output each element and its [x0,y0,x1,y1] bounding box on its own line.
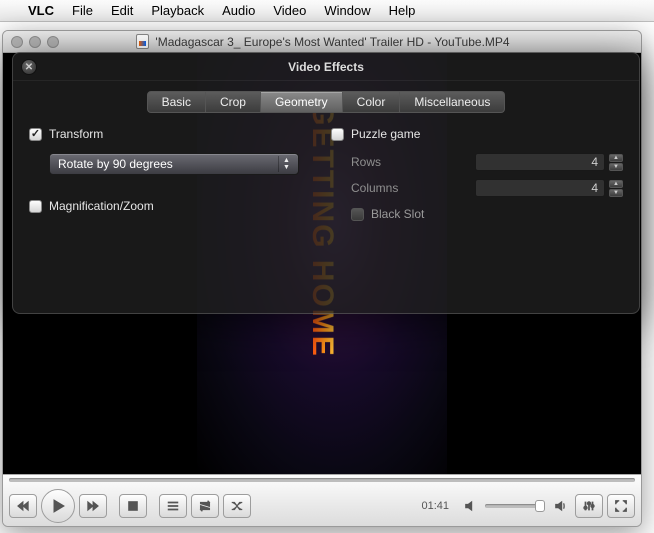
transform-checkbox-row[interactable]: Transform [29,127,321,141]
window-close-button[interactable] [11,36,23,48]
menu-file[interactable]: File [72,3,93,18]
volume-low-icon[interactable] [459,494,481,518]
fullscreen-button[interactable] [607,494,635,518]
chevron-updown-icon: ▲▼ [278,156,294,172]
volume-thumb[interactable] [535,500,545,512]
blackslot-label: Black Slot [371,207,424,221]
puzzle-rows-input[interactable]: 4 [475,153,605,171]
window-titlebar: 'Madagascar 3_ Europe's Most Wanted' Tra… [3,31,641,53]
video-effects-panel: ✕ Video Effects Basic Crop Geometry Colo… [12,52,640,314]
transform-checkbox[interactable] [29,128,42,141]
puzzle-label: Puzzle game [351,127,420,141]
repeat-button[interactable] [191,494,219,518]
tab-miscellaneous[interactable]: Miscellaneous [400,91,505,113]
puzzle-rows-label: Rows [351,155,423,169]
window-minimize-button[interactable] [29,36,41,48]
window-zoom-button[interactable] [47,36,59,48]
effects-button[interactable] [575,494,603,518]
tab-geometry[interactable]: Geometry [261,91,343,113]
panel-title: Video Effects [288,60,364,74]
stop-button[interactable] [119,494,147,518]
menu-playback[interactable]: Playback [151,3,204,18]
puzzle-cols-row: Columns 4 ▲▼ [351,179,623,197]
blackslot-checkbox[interactable] [351,208,364,221]
volume-high-icon[interactable] [549,494,571,518]
playlist-button[interactable] [159,494,187,518]
puzzle-checkbox[interactable] [331,128,344,141]
magnification-label: Magnification/Zoom [49,199,154,213]
transform-label: Transform [49,127,103,141]
player-controls: 01:41 [3,474,641,526]
magnification-checkbox[interactable] [29,200,42,213]
puzzle-rows-row: Rows 4 ▲▼ [351,153,623,171]
prev-button[interactable] [9,494,37,518]
puzzle-cols-stepper[interactable]: ▲▼ [609,180,623,197]
puzzle-rows-stepper[interactable]: ▲▼ [609,154,623,171]
time-elapsed[interactable]: 01:41 [415,500,455,512]
tab-crop[interactable]: Crop [206,91,261,113]
effects-tabs: Basic Crop Geometry Color Miscellaneous [13,91,639,113]
next-button[interactable] [79,494,107,518]
play-button[interactable] [41,489,75,523]
volume-slider[interactable] [485,504,545,508]
app-name[interactable]: VLC [28,3,54,18]
menu-help[interactable]: Help [389,3,416,18]
shuffle-button[interactable] [223,494,251,518]
seek-bar[interactable] [3,475,641,485]
menu-window[interactable]: Window [324,3,370,18]
transform-select-value: Rotate by 90 degrees [58,157,173,171]
puzzle-cols-label: Columns [351,181,423,195]
window-title: 'Madagascar 3_ Europe's Most Wanted' Tra… [155,35,509,49]
tab-color[interactable]: Color [343,91,401,113]
tab-basic[interactable]: Basic [147,91,206,113]
magnification-checkbox-row[interactable]: Magnification/Zoom [29,199,321,213]
transform-select[interactable]: Rotate by 90 degrees ▲▼ [49,153,299,175]
puzzle-checkbox-row[interactable]: Puzzle game [331,127,623,141]
menu-edit[interactable]: Edit [111,3,133,18]
panel-close-button[interactable]: ✕ [21,59,37,75]
menu-audio[interactable]: Audio [222,3,255,18]
document-icon [136,34,149,49]
puzzle-cols-input[interactable]: 4 [475,179,605,197]
mac-menubar: VLC File Edit Playback Audio Video Windo… [0,0,654,22]
blackslot-checkbox-row[interactable]: Black Slot [351,207,623,221]
menu-video[interactable]: Video [273,3,306,18]
